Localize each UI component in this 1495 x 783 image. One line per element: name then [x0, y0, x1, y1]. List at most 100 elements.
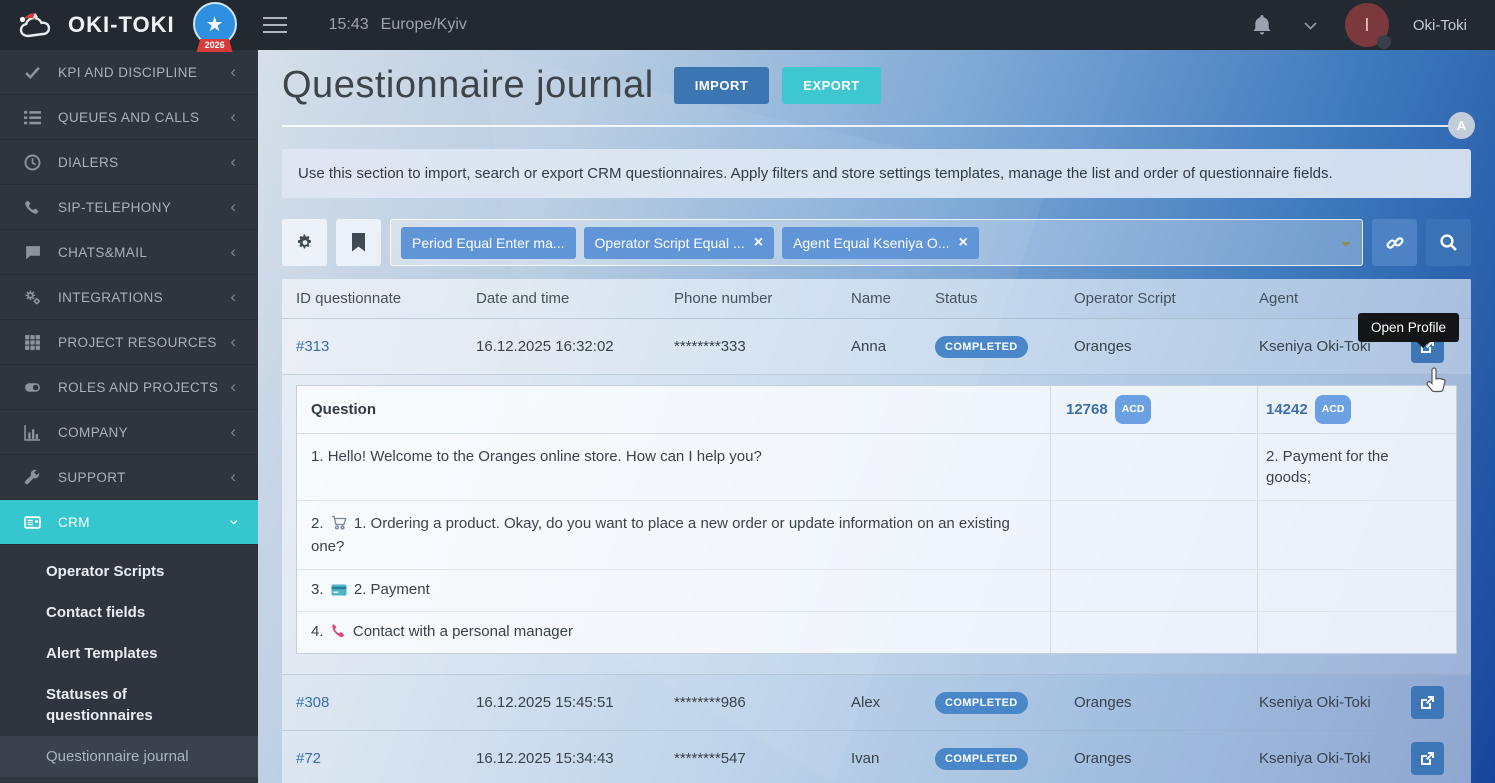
call-column-1: 12768 ACD [1050, 386, 1257, 433]
col-agent: Agent [1259, 290, 1411, 307]
chevron-left-icon: ‹ [230, 107, 236, 127]
open-profile-button[interactable] [1411, 686, 1444, 719]
notifications-bell-icon[interactable] [1252, 14, 1272, 36]
sidebar-item-queues-and-calls[interactable]: QUEUES AND CALLS‹ [0, 95, 258, 140]
question-row: 4. Contact with a personal manager [297, 612, 1456, 653]
chevron-left-icon: ‹ [230, 287, 236, 307]
crm-card-icon [20, 514, 44, 531]
sub-table-header: Question 12768 ACD 14242 ACD [297, 386, 1456, 434]
divider: A [282, 125, 1471, 127]
bookmark-icon [351, 233, 366, 252]
chat-icon [20, 244, 44, 261]
questionnaire-id-link[interactable]: #72 [296, 750, 476, 767]
export-button[interactable]: EXPORT [782, 67, 880, 104]
logo-text: OKI-TOKI [68, 12, 175, 38]
credit-card-icon [331, 581, 347, 602]
sidebar-item-project-resources[interactable]: PROJECT RESOURCES‹ [0, 320, 258, 365]
badge-year: 2026 [197, 39, 233, 52]
submenu-questionnaire-statistics[interactable]: Questionnaire statistics [0, 777, 258, 783]
sidebar-item-integrations[interactable]: INTEGRATIONS‹ [0, 275, 258, 320]
acd-badge: ACD [1315, 395, 1352, 424]
col-operator-script: Operator Script [1074, 290, 1259, 307]
question-header: Question [297, 386, 1050, 433]
filter-tag-period[interactable]: Period Equal Enter ma... [401, 227, 576, 259]
question-row: 1. Hello! Welcome to the Oranges online … [297, 434, 1456, 501]
sidebar-item-crm[interactable]: CRM‹ [0, 500, 258, 545]
col-id-questionnate: ID questionnate [296, 290, 476, 307]
table-row: #72 16.12.2025 15:34:43 ********547 Ivan… [282, 731, 1471, 783]
phone-icon [20, 199, 44, 216]
col-phone-number: Phone number [674, 290, 851, 307]
call-id-link[interactable]: 14242 [1266, 399, 1308, 420]
a-badge[interactable]: A [1448, 112, 1475, 139]
call-id-link[interactable]: 12768 [1066, 399, 1108, 420]
timezone: Europe/Kyiv [381, 16, 467, 34]
chevron-left-icon: ‹ [230, 467, 236, 487]
sidebar-item-company[interactable]: COMPANY‹ [0, 410, 258, 455]
sidebar-item-chats-mail[interactable]: CHATS&MAIL‹ [0, 230, 258, 275]
sidebar-item-kpi-and-discipline[interactable]: KPI AND DISCIPLINE‹ [0, 50, 258, 95]
chevron-left-icon: ‹ [230, 242, 236, 262]
avatar-initial: I [1364, 15, 1369, 36]
page-title: Questionnaire journal [282, 64, 654, 107]
questionnaire-id-link[interactable]: #308 [296, 694, 476, 711]
question-sub-table: Question 12768 ACD 14242 ACD 1. Hell [296, 385, 1457, 654]
call-column-2: 14242 ACD [1257, 386, 1456, 433]
gear-icon [295, 233, 315, 253]
status-badge: COMPLETED [935, 748, 1028, 770]
copy-link-button[interactable] [1372, 219, 1417, 266]
chevron-left-icon: ‹ [230, 422, 236, 442]
external-link-icon [1420, 751, 1435, 766]
filter-tag-agent[interactable]: Agent Equal Kseniya O... × [782, 227, 979, 259]
question-row: 3. 2. Payment [297, 570, 1456, 612]
filter-input[interactable]: Period Equal Enter ma... Operator Script… [390, 219, 1363, 266]
questionnaire-id-link[interactable]: #313 [296, 338, 476, 355]
chevron-left-icon: ‹ [230, 332, 236, 352]
chevron-left-icon: ‹ [230, 62, 236, 82]
hamburger-menu-icon[interactable] [263, 17, 287, 33]
questionnaire-table: ID questionnate Date and time Phone numb… [282, 279, 1471, 783]
bookmark-button[interactable] [336, 219, 381, 266]
submenu-questionnaire-journal[interactable]: Questionnaire journal [0, 736, 258, 777]
search-button[interactable] [1426, 219, 1471, 266]
remove-filter-icon[interactable]: × [959, 237, 968, 249]
col-name: Name [851, 290, 935, 307]
chevron-left-icon: ‹ [230, 152, 236, 172]
submenu-statuses-of-questionnaires[interactable]: Statuses of questionnaires [0, 674, 230, 736]
question-row: 2. 1. Ordering a product. Okay, do you w… [297, 501, 1456, 570]
submenu-alert-templates[interactable]: Alert Templates [0, 633, 258, 674]
open-profile-tooltip: Open Profile [1358, 313, 1459, 342]
avatar[interactable]: I [1345, 3, 1389, 47]
sidebar-item-roles-and-projects[interactable]: ROLES AND PROJECTS‹ [0, 365, 258, 410]
open-profile-button[interactable] [1411, 742, 1444, 775]
sidebar-item-sip-telephony[interactable]: SIP-TELEPHONY‹ [0, 185, 258, 230]
settings-gear-button[interactable] [282, 219, 327, 266]
sidebar-item-support[interactable]: SUPPORT‹ [0, 455, 258, 500]
account-name: Oki-Toki [1413, 17, 1467, 34]
filter-tag-operator-script[interactable]: Operator Script Equal ... × [584, 227, 775, 259]
submenu-operator-scripts[interactable]: Operator Scripts [0, 551, 258, 592]
link-icon [1385, 233, 1405, 253]
remove-filter-icon[interactable]: × [754, 237, 763, 249]
chevron-down-icon[interactable] [1304, 17, 1317, 34]
submenu-contact-fields[interactable]: Contact fields [0, 592, 258, 633]
acd-badge: ACD [1115, 395, 1152, 424]
table-header-row: ID questionnate Date and time Phone numb… [282, 279, 1471, 319]
grid-icon [20, 334, 44, 351]
cart-icon [331, 515, 347, 536]
holiday-badge-2026[interactable]: ★ 2026 [189, 0, 241, 50]
import-button[interactable]: IMPORT [674, 67, 770, 104]
answer-cell: 2. Payment for the goods; [1257, 434, 1456, 500]
external-link-icon [1420, 695, 1435, 710]
clock-icon [20, 154, 44, 171]
info-banner: Use this section to import, search or ex… [282, 149, 1471, 198]
sidebar-item-dialers[interactable]: DIALERS‹ [0, 140, 258, 185]
expanded-questionnaire: Question 12768 ACD 14242 ACD 1. Hell [282, 375, 1471, 675]
logo[interactable]: OKI-TOKI [0, 10, 175, 40]
wrench-icon [20, 469, 44, 486]
chevron-left-icon: ‹ [230, 197, 236, 217]
topbar: OKI-TOKI ★ 2026 15:43 Europe/Kyiv I Oki-… [0, 0, 1495, 50]
sidebar: KPI AND DISCIPLINE‹ QUEUES AND CALLS‹ DI… [0, 50, 258, 783]
chevron-down-icon: ‹ [223, 519, 243, 525]
col-date-and-time: Date and time [476, 290, 674, 307]
